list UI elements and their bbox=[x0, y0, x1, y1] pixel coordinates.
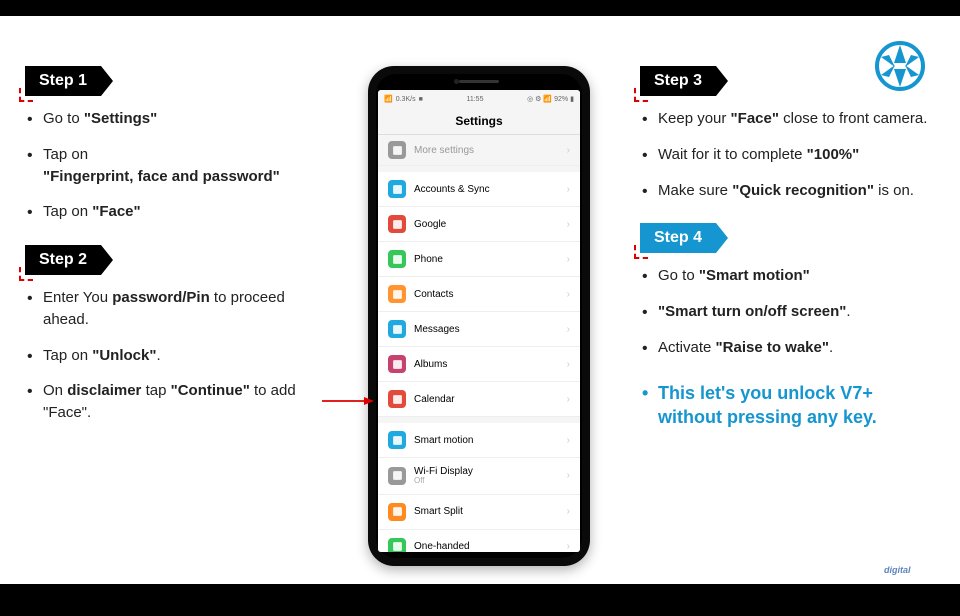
chevron-right-icon: › bbox=[567, 324, 570, 335]
row-icon bbox=[388, 180, 406, 198]
watermark-logo: digital bbox=[884, 560, 932, 578]
step-item: Tap on "Face" bbox=[25, 201, 315, 223]
step-item: Tap on"Fingerprint, face and password" bbox=[25, 144, 315, 188]
step1-tag: Step 1 bbox=[25, 66, 101, 96]
chevron-right-icon: › bbox=[567, 289, 570, 300]
step4-highlight: This let's you unlock V7+ without pressi… bbox=[640, 381, 940, 430]
row-icon bbox=[388, 467, 406, 485]
svg-text:digital: digital bbox=[884, 565, 911, 575]
step4-tag: Step 4 bbox=[640, 223, 716, 253]
step-item: "Smart turn on/off screen". bbox=[640, 301, 940, 323]
phone-speaker bbox=[459, 80, 499, 83]
row-label: Smart motion bbox=[414, 435, 567, 446]
left-column: Step 1 Go to "Settings" Tap on"Fingerprin… bbox=[25, 66, 315, 446]
row-label: Messages bbox=[414, 324, 567, 335]
step4-list: Go to "Smart motion" "Smart turn on/off s… bbox=[640, 265, 940, 358]
phone-mockup: 📶0.3K/s■ 11:55 ◎ ⚙ 📶92%▮ Settings More s… bbox=[368, 66, 590, 566]
step-item: Go to "Smart motion" bbox=[640, 265, 940, 287]
row-label: Contacts bbox=[414, 289, 567, 300]
step-item: Keep your "Face" close to front camera. bbox=[640, 108, 940, 130]
settings-row[interactable]: Albums› bbox=[378, 347, 580, 382]
chevron-right-icon: › bbox=[567, 541, 570, 552]
row-icon bbox=[388, 431, 406, 449]
step3-list: Keep your "Face" close to front camera. W… bbox=[640, 108, 940, 201]
settings-row[interactable]: Accounts & Sync› bbox=[378, 172, 580, 207]
chevron-right-icon: › bbox=[567, 470, 570, 481]
row-icon bbox=[388, 141, 406, 159]
step1-list: Go to "Settings" Tap on"Fingerprint, face… bbox=[25, 108, 315, 223]
step-item: Enter You password/Pin to proceed ahead. bbox=[25, 287, 315, 331]
slide: Step 1 Go to "Settings" Tap on"Fingerprin… bbox=[0, 16, 960, 584]
row-label: More settings bbox=[414, 145, 567, 156]
row-icon bbox=[388, 390, 406, 408]
step3-tag: Step 3 bbox=[640, 66, 716, 96]
settings-list: More settings›Accounts & Sync›Google›Pho… bbox=[378, 135, 580, 552]
pointer-arrow bbox=[322, 394, 374, 406]
step-item: On disclaimer tap "Continue" to add "Fac… bbox=[25, 380, 315, 424]
step-item: Activate "Raise to wake". bbox=[640, 337, 940, 359]
settings-row[interactable]: One-handed› bbox=[378, 530, 580, 552]
row-icon bbox=[388, 215, 406, 233]
phone-screen: 📶0.3K/s■ 11:55 ◎ ⚙ 📶92%▮ Settings More s… bbox=[378, 90, 580, 552]
chevron-right-icon: › bbox=[567, 394, 570, 405]
settings-row[interactable]: Wi-Fi DisplayOff› bbox=[378, 458, 580, 495]
step-item: Tap on "Unlock". bbox=[25, 345, 315, 367]
step-item: Wait for it to complete "100%" bbox=[640, 144, 940, 166]
settings-header: Settings bbox=[378, 108, 580, 135]
row-label: One-handed bbox=[414, 541, 567, 552]
row-label: Wi-Fi DisplayOff bbox=[414, 466, 567, 486]
row-icon bbox=[388, 538, 406, 552]
settings-row[interactable]: Google› bbox=[378, 207, 580, 242]
chevron-right-icon: › bbox=[567, 506, 570, 517]
settings-row[interactable]: Phone› bbox=[378, 242, 580, 277]
step-item: Make sure "Quick recognition" is on. bbox=[640, 180, 940, 202]
row-icon bbox=[388, 285, 406, 303]
step2-tag: Step 2 bbox=[25, 245, 101, 275]
status-bar: 📶0.3K/s■ 11:55 ◎ ⚙ 📶92%▮ bbox=[378, 90, 580, 108]
row-icon bbox=[388, 503, 406, 521]
chevron-right-icon: › bbox=[567, 254, 570, 265]
settings-row[interactable]: Messages› bbox=[378, 312, 580, 347]
row-label: Phone bbox=[414, 254, 567, 265]
step2-list: Enter You password/Pin to proceed ahead.… bbox=[25, 287, 315, 424]
chevron-right-icon: › bbox=[567, 359, 570, 370]
chevron-right-icon: › bbox=[567, 145, 570, 156]
row-label: Accounts & Sync bbox=[414, 184, 567, 195]
row-label: Smart Split bbox=[414, 506, 567, 517]
settings-row[interactable]: More settings› bbox=[378, 135, 580, 166]
row-label: Calendar bbox=[414, 394, 567, 405]
row-label: Albums bbox=[414, 359, 567, 370]
settings-row[interactable]: Smart motion› bbox=[378, 423, 580, 458]
row-icon bbox=[388, 250, 406, 268]
chevron-right-icon: › bbox=[567, 435, 570, 446]
settings-row[interactable]: Calendar› bbox=[378, 382, 580, 417]
step-item: Go to "Settings" bbox=[25, 108, 315, 130]
right-column: Step 3 Keep your "Face" close to front c… bbox=[640, 66, 940, 429]
chevron-right-icon: › bbox=[567, 184, 570, 195]
row-icon bbox=[388, 320, 406, 338]
settings-row[interactable]: Contacts› bbox=[378, 277, 580, 312]
phone-camera bbox=[454, 79, 459, 84]
row-label: Google bbox=[414, 219, 567, 230]
settings-row[interactable]: Smart Split› bbox=[378, 495, 580, 530]
chevron-right-icon: › bbox=[567, 219, 570, 230]
row-icon bbox=[388, 355, 406, 373]
